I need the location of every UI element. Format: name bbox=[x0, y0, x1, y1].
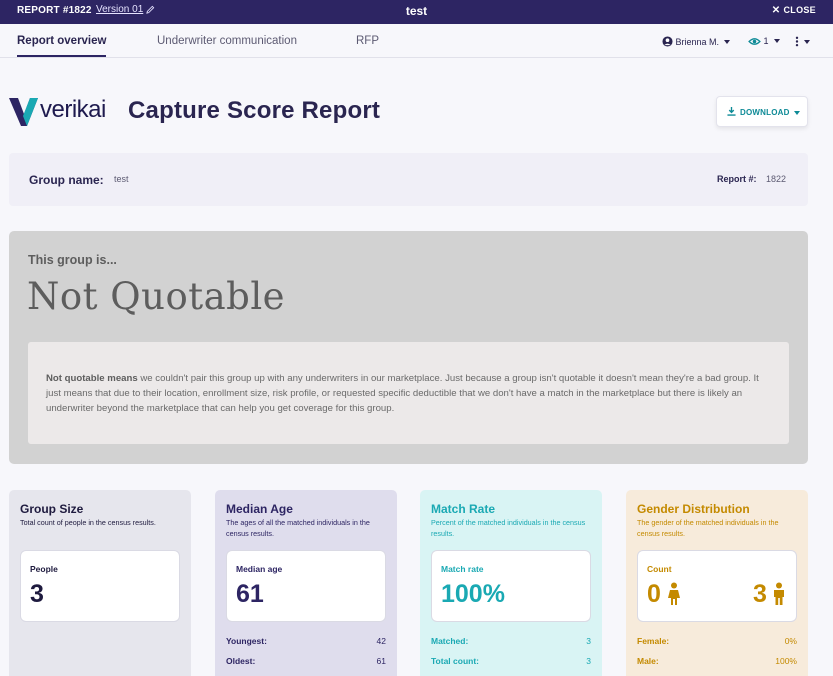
stat-value: 3 bbox=[586, 636, 591, 646]
tab-rfp[interactable]: RFP bbox=[356, 35, 379, 47]
chevron-down-icon bbox=[724, 40, 731, 44]
group-name-value: test bbox=[114, 174, 129, 184]
download-label: DOWNLOAD bbox=[740, 108, 790, 117]
tab-report-overview[interactable]: Report overview bbox=[17, 35, 107, 57]
male-icon bbox=[774, 582, 784, 605]
male-count: 3 bbox=[753, 580, 784, 609]
card-title: Median Age bbox=[226, 502, 293, 516]
tab-underwriter-communication[interactable]: Underwriter communication bbox=[157, 35, 297, 47]
chevron-down-icon bbox=[773, 39, 780, 43]
female-count-value: 0 bbox=[647, 580, 661, 608]
card-title: Group Size bbox=[20, 502, 84, 516]
quote-status-panel: This group is... Not Quotable Not quotab… bbox=[9, 231, 808, 464]
viewers-count: 1 bbox=[763, 36, 769, 46]
metric-box: Median age 61 bbox=[226, 550, 386, 622]
median-age-card: Median Age The ages of all the matched i… bbox=[215, 490, 397, 676]
metric-label: Median age bbox=[236, 564, 283, 574]
metric-box: People 3 bbox=[20, 550, 180, 622]
status-explanation: Not quotable means we couldn't pair this… bbox=[28, 342, 789, 444]
eye-icon bbox=[748, 38, 761, 45]
metric-value: 3 bbox=[30, 580, 44, 608]
group-size-card: Group Size Total count of people in the … bbox=[9, 490, 191, 676]
chevron-down-icon bbox=[794, 111, 800, 115]
logo-text: verikai bbox=[40, 96, 106, 123]
more-menu[interactable] bbox=[795, 36, 810, 47]
stat-label: Male: bbox=[637, 656, 659, 666]
top-bar: REPORT #1822 Version 01 test ✕ CLOSE bbox=[0, 0, 833, 24]
stat-value: 42 bbox=[376, 636, 386, 646]
status-prefix: This group is... bbox=[28, 253, 117, 267]
card-title: Gender Distribution bbox=[637, 502, 750, 516]
status-value: Not Quotable bbox=[27, 275, 286, 318]
card-subtitle: Total count of people in the census resu… bbox=[20, 518, 156, 527]
window-title: test bbox=[405, 4, 428, 18]
card-subtitle: The gender of the matched individuals in… bbox=[637, 518, 779, 538]
stat-label: Youngest: bbox=[226, 636, 267, 646]
download-icon bbox=[727, 107, 736, 116]
stat-value: 61 bbox=[376, 656, 386, 666]
close-icon: ✕ bbox=[771, 5, 781, 16]
report-number-label: Report #: bbox=[717, 174, 757, 184]
group-info-panel: Group name: test Report #: 1822 bbox=[9, 153, 808, 206]
metric-box: Match rate 100% bbox=[431, 550, 591, 622]
female-icon bbox=[668, 582, 680, 605]
viewers-menu[interactable]: 1 bbox=[748, 36, 780, 46]
kebab-icon bbox=[795, 36, 799, 47]
stat-label: Female: bbox=[637, 636, 670, 646]
metric-label: Match rate bbox=[441, 564, 484, 574]
stat-value: 100% bbox=[775, 656, 797, 666]
card-subtitle: The ages of all the matched individuals … bbox=[226, 518, 370, 538]
gender-distribution-card: Gender Distribution The gender of the ma… bbox=[626, 490, 808, 676]
status-note-bold: Not quotable means bbox=[46, 373, 138, 384]
card-title: Match Rate bbox=[431, 502, 496, 516]
metric-value: 100% bbox=[441, 580, 505, 608]
group-name-label: Group name: bbox=[29, 173, 104, 187]
male-count-value: 3 bbox=[753, 580, 767, 608]
metric-label: Count bbox=[647, 564, 672, 574]
metric-value: 61 bbox=[236, 580, 264, 608]
match-rate-card: Match Rate Percent of the matched indivi… bbox=[420, 490, 602, 676]
report-number-value: 1822 bbox=[766, 174, 787, 184]
stat-value: 3 bbox=[586, 656, 591, 666]
close-label: CLOSE bbox=[783, 5, 816, 15]
user-menu[interactable]: Brienna M. bbox=[662, 36, 731, 47]
chevron-down-icon bbox=[804, 40, 810, 44]
page-title: Capture Score Report bbox=[128, 97, 381, 124]
verikai-logo-icon bbox=[9, 98, 38, 126]
stat-label: Total count: bbox=[431, 656, 479, 666]
status-note-text: we couldn't pair this group up with any … bbox=[46, 373, 759, 414]
stat-label: Matched: bbox=[431, 636, 469, 646]
female-count: 0 bbox=[647, 580, 680, 609]
stat-value: 0% bbox=[784, 636, 797, 646]
close-button[interactable]: ✕ CLOSE bbox=[772, 5, 816, 16]
tab-bar: Report overview Underwriter communicatio… bbox=[0, 24, 833, 58]
metric-box: Count 0 3 bbox=[637, 550, 797, 622]
download-button[interactable]: DOWNLOAD bbox=[716, 96, 808, 127]
user-icon bbox=[662, 36, 673, 47]
card-subtitle: Percent of the matched individuals in th… bbox=[431, 518, 586, 538]
stat-label: Oldest: bbox=[226, 656, 256, 666]
user-name: Brienna M. bbox=[675, 37, 720, 47]
metric-label: People bbox=[30, 564, 58, 574]
